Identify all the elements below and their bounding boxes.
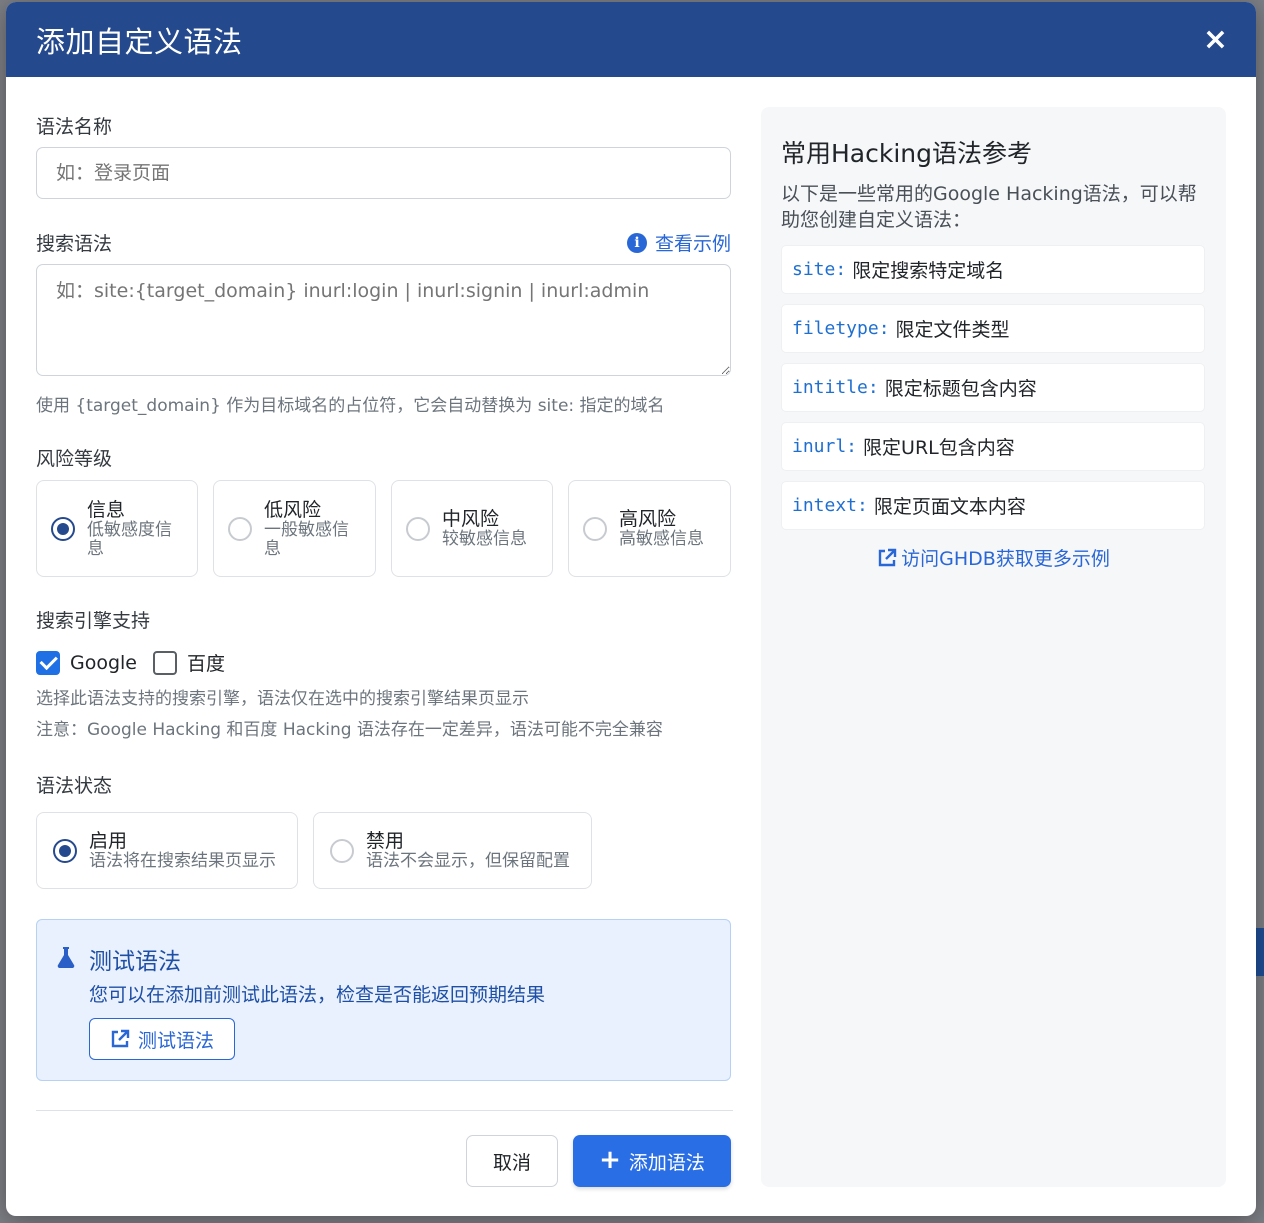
risk-option-desc: 高敏感信息 <box>619 529 704 549</box>
status-option-enabled[interactable]: 启用 语法将在搜索结果页显示 <box>36 812 298 889</box>
close-button[interactable]: × <box>1203 24 1228 55</box>
test-button-label: 测试语法 <box>137 1029 214 1052</box>
view-example-link[interactable]: i 查看示例 <box>626 229 731 256</box>
search-syntax-textarea[interactable] <box>36 264 731 376</box>
modal-title: 添加自定义语法 <box>36 24 243 59</box>
risk-low-radio[interactable] <box>228 516 252 541</box>
risk-medium-radio[interactable] <box>406 516 430 541</box>
reference-code: filetype: <box>792 318 890 339</box>
risk-option-desc: 较敏感信息 <box>442 529 527 549</box>
engine-checkboxes: Google 百度 <box>36 649 225 676</box>
risk-level-label: 风险等级 <box>36 448 113 470</box>
ghdb-link-label: 访问GHDB获取更多示例 <box>901 548 1110 570</box>
risk-option-title: 低风险 <box>264 498 322 521</box>
info-icon: i <box>626 232 647 253</box>
reference-item-intitle: intitle: 限定标题包含内容 <box>781 363 1205 412</box>
risk-info-radio[interactable] <box>51 516 75 541</box>
test-syntax-box: 测试语法 您可以在添加前测试此语法，检查是否能返回预期结果 测试语法 <box>36 919 731 1081</box>
plus-icon: + <box>599 1144 621 1175</box>
background-accent <box>1256 928 1264 976</box>
status-option-title: 启用 <box>89 830 128 852</box>
add-syntax-modal: 添加自定义语法 × 语法名称 搜索语法 i 查看示例 使用 {target_do… <box>6 2 1256 1216</box>
syntax-help-text: 使用 {target_domain} 作为目标域名的占位符，它会自动替换为 si… <box>36 396 665 416</box>
reference-text: 限定搜索特定域名 <box>852 260 1005 282</box>
reference-text: 限定标题包含内容 <box>884 378 1037 400</box>
status-option-disabled[interactable]: 禁用 语法不会显示，但保留配置 <box>313 812 592 889</box>
risk-option-desc: 低敏感度信息 <box>87 519 172 559</box>
modal-header: 添加自定义语法 × <box>6 2 1256 77</box>
view-example-label: 查看示例 <box>654 233 731 255</box>
syntax-name-label: 语法名称 <box>36 116 113 138</box>
reference-code: inurl: <box>792 436 858 457</box>
google-checkbox[interactable] <box>36 650 60 675</box>
cancel-button[interactable]: 取消 <box>466 1135 558 1187</box>
reference-item-site: site: 限定搜索特定域名 <box>781 245 1205 294</box>
status-enabled-radio[interactable] <box>53 838 77 863</box>
syntax-status-label: 语法状态 <box>36 775 113 797</box>
reference-text: 限定URL包含内容 <box>863 437 1015 459</box>
flask-icon <box>57 947 75 968</box>
reference-code: intext: <box>792 495 868 516</box>
risk-high-radio[interactable] <box>583 516 607 541</box>
status-option-desc: 语法不会显示，但保留配置 <box>366 851 570 871</box>
risk-option-title: 中风险 <box>442 508 500 530</box>
search-engine-label: 搜索引擎支持 <box>36 610 151 632</box>
test-syntax-button[interactable]: 测试语法 <box>89 1018 235 1060</box>
status-option-title: 禁用 <box>366 830 405 852</box>
search-syntax-label: 搜索语法 <box>36 233 113 255</box>
risk-option-title: 高风险 <box>619 508 677 530</box>
ghdb-link[interactable]: 访问GHDB获取更多示例 <box>761 544 1226 571</box>
risk-option-high[interactable]: 高风险 高敏感信息 <box>568 480 731 577</box>
reference-item-filetype: filetype: 限定文件类型 <box>781 304 1205 353</box>
test-title: 测试语法 <box>89 949 181 975</box>
add-syntax-button[interactable]: + 添加语法 <box>573 1135 731 1187</box>
reference-code: site: <box>792 259 847 280</box>
footer-divider <box>36 1110 733 1111</box>
risk-option-desc: 一般敏感信息 <box>264 519 349 559</box>
reference-panel: 常用Hacking语法参考 以下是一些常用的Google Hacking语法，可… <box>761 107 1226 1187</box>
baidu-checkbox[interactable] <box>153 650 178 675</box>
baidu-label[interactable]: 百度 <box>187 649 225 676</box>
engine-compat-note: 注意：Google Hacking 和百度 Hacking 语法存在一定差异，语… <box>36 720 663 740</box>
external-link-icon <box>111 1029 130 1048</box>
reference-text: 限定页面文本内容 <box>873 496 1026 518</box>
reference-code: intitle: <box>792 377 879 398</box>
add-syntax-label: 添加语法 <box>628 1151 705 1174</box>
status-disabled-radio[interactable] <box>330 838 354 863</box>
risk-option-low[interactable]: 低风险 一般敏感信息 <box>213 480 376 577</box>
reference-item-inurl: inurl: 限定URL包含内容 <box>781 422 1205 471</box>
risk-option-info[interactable]: 信息 低敏感度信息 <box>36 480 198 577</box>
risk-option-title: 信息 <box>87 498 126 521</box>
risk-option-medium[interactable]: 中风险 较敏感信息 <box>391 480 553 577</box>
google-label[interactable]: Google <box>70 652 137 674</box>
syntax-name-input[interactable] <box>36 147 731 199</box>
test-desc: 您可以在添加前测试此语法，检查是否能返回预期结果 <box>89 984 546 1006</box>
engine-help-text: 选择此语法支持的搜索引擎，语法仅在选中的搜索引擎结果页显示 <box>36 689 529 709</box>
external-link-icon <box>878 548 897 566</box>
reference-text: 限定文件类型 <box>895 319 1010 341</box>
status-option-desc: 语法将在搜索结果页显示 <box>89 851 276 871</box>
reference-item-intext: intext: 限定页面文本内容 <box>781 481 1205 530</box>
reference-title: 常用Hacking语法参考 <box>781 139 1033 168</box>
reference-desc: 以下是一些常用的Google Hacking语法，可以帮助您创建自定义语法： <box>781 183 1197 231</box>
